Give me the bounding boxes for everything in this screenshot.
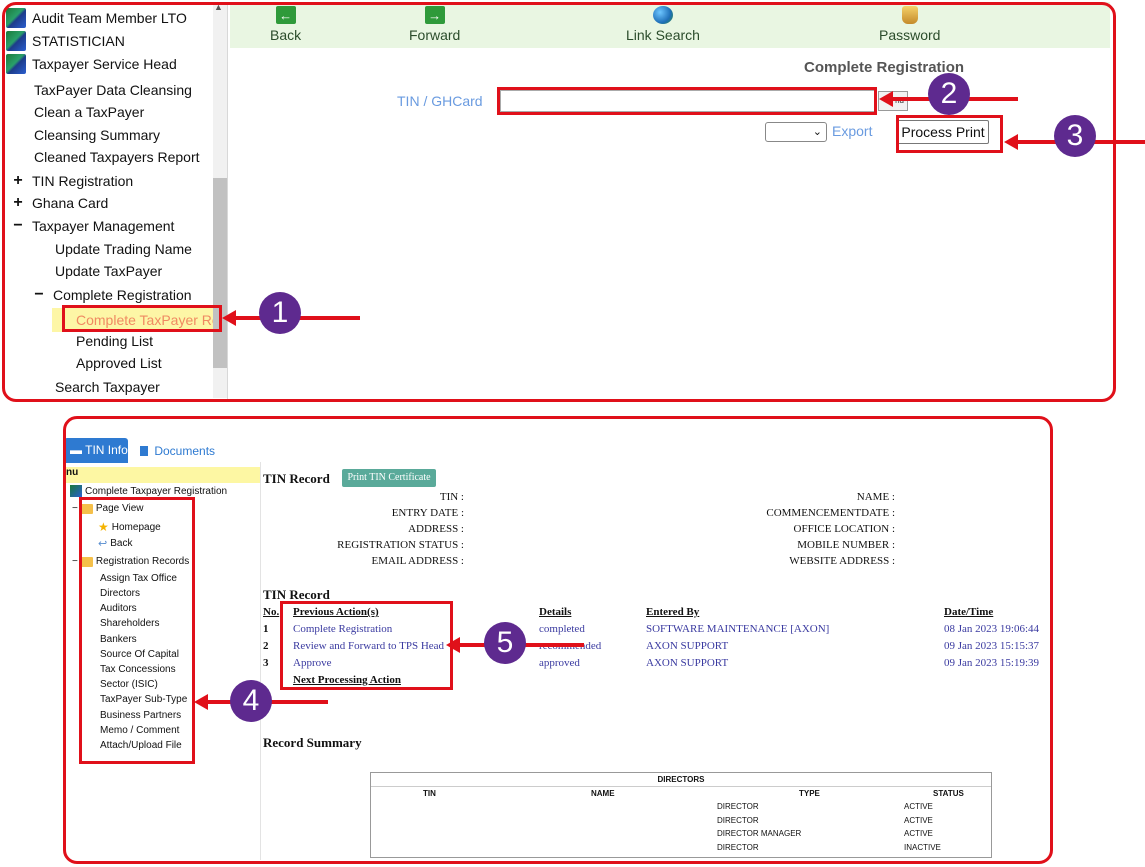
- arrow-head-icon: [222, 310, 236, 326]
- highlight-previous-actions: [280, 601, 453, 690]
- step-badge-1: 1: [259, 292, 301, 334]
- highlight-process-print: [896, 115, 1003, 153]
- highlight-complete-taxpayer-item: [62, 305, 222, 332]
- step-badge-4: 4: [230, 680, 272, 722]
- arrow-head-icon: [879, 91, 893, 107]
- bottom-screenshot-frame: [63, 416, 1053, 864]
- arrow-head-icon: [446, 637, 460, 653]
- arrow-head-icon: [194, 694, 208, 710]
- arrow-head-icon: [1004, 134, 1018, 150]
- highlight-tin-input: [497, 87, 877, 115]
- step-badge-3: 3: [1054, 115, 1096, 157]
- step-badge-5: 5: [484, 622, 526, 664]
- step-badge-2: 2: [928, 73, 970, 115]
- highlight-registration-records: [79, 497, 195, 764]
- top-screenshot-frame: [2, 2, 1116, 402]
